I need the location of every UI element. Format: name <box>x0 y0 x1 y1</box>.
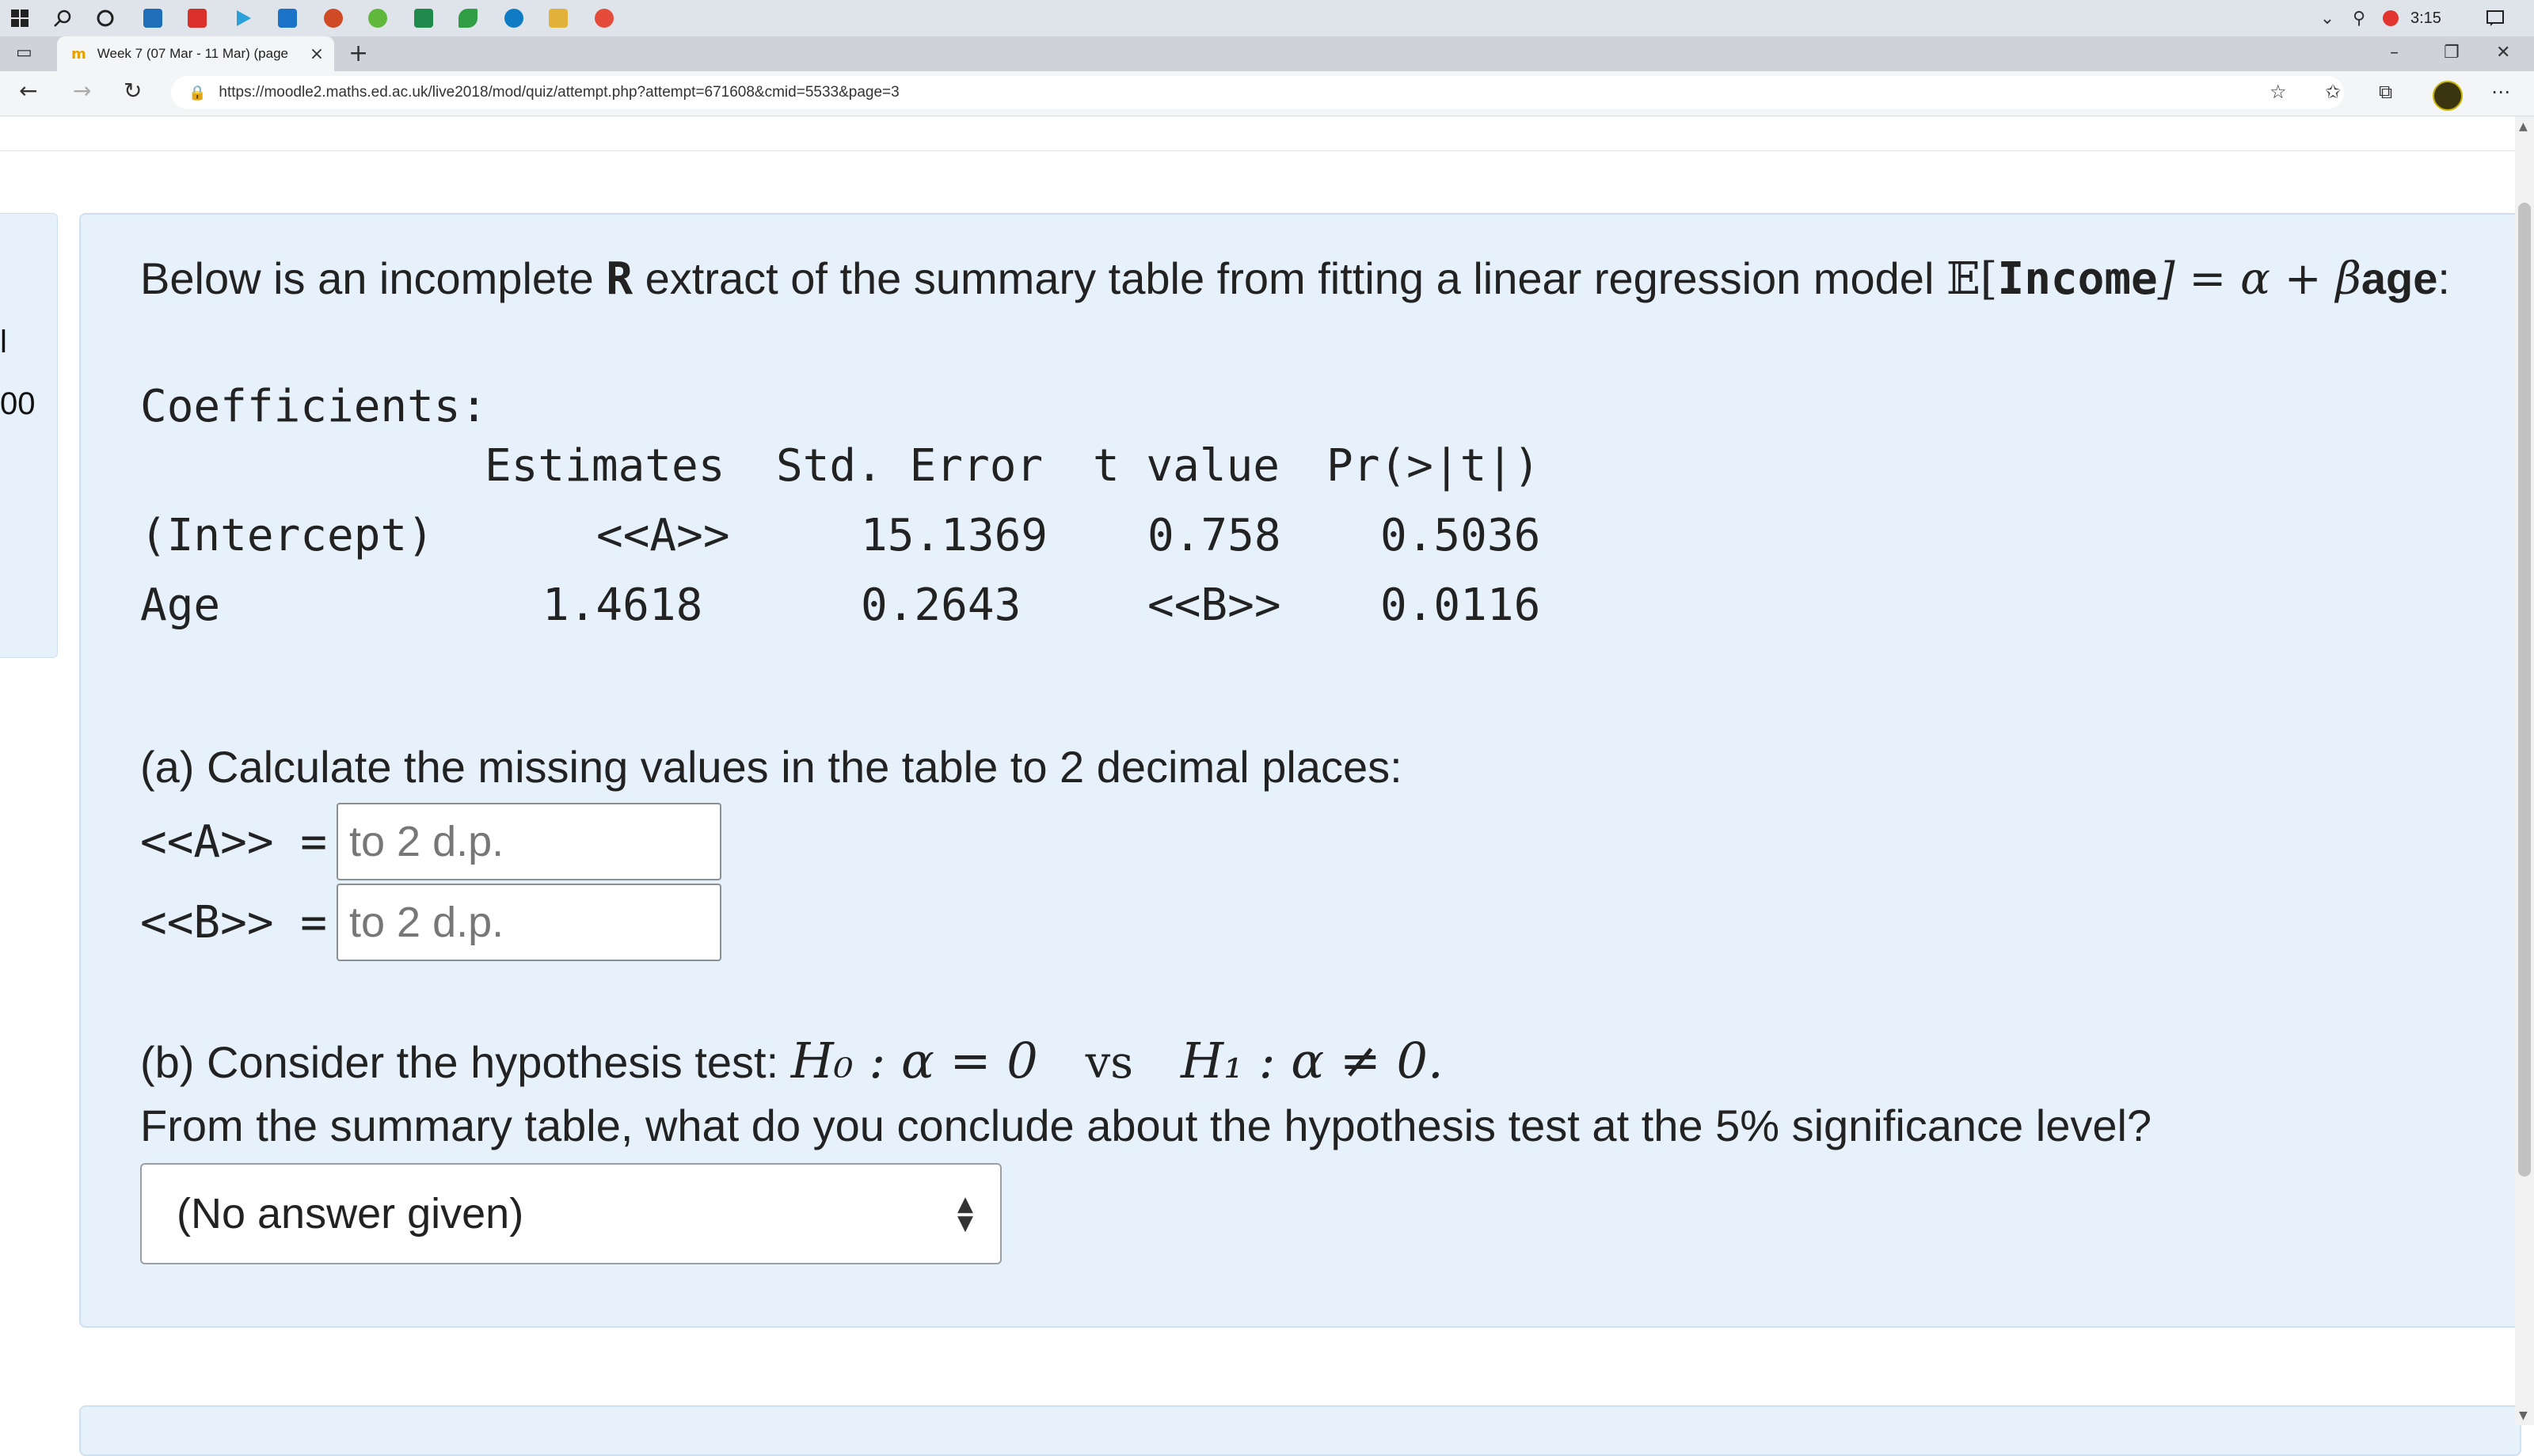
media-player-icon[interactable] <box>231 6 255 30</box>
part-b-question: From the summary table, what do you conc… <box>140 1101 2152 1150</box>
excel-icon[interactable] <box>412 6 436 30</box>
mail-icon[interactable] <box>276 6 299 30</box>
edge-icon[interactable] <box>502 6 526 30</box>
cell-estimate: 1.4618 <box>542 580 703 631</box>
next-question-panel <box>79 1405 2521 1456</box>
page-content: l 00 Below is an incomplete R extract of… <box>0 116 2521 1456</box>
header-estimates: Estimates <box>485 440 725 492</box>
cell-t-value: <<B>> <box>1147 580 1281 631</box>
scroll-up-icon[interactable]: ▲ <box>2519 120 2528 133</box>
info-line-1: l <box>0 325 7 359</box>
header-p-value: Pr(>|t|) <box>1326 440 1540 492</box>
leaf-icon[interactable] <box>456 6 480 30</box>
reload-button[interactable]: ↻ <box>124 78 142 104</box>
cell-std-error: 15.1369 <box>861 510 1048 561</box>
chrome-icon[interactable] <box>592 6 616 30</box>
question-intro: Below is an incomplete R extract of the … <box>140 253 2450 305</box>
header-t-value: t value <box>1093 440 1280 492</box>
chevron-up-icon[interactable]: ⌄ <box>2315 6 2339 30</box>
file-explorer-icon[interactable] <box>546 6 570 30</box>
r-language-label: R <box>606 253 634 305</box>
null-hypothesis: H₀ : α = 0 <box>790 1032 1038 1089</box>
lock-icon: 🔒 <box>188 84 207 101</box>
favorite-star-icon[interactable]: ☆ <box>2270 81 2287 103</box>
antivirus-icon[interactable] <box>2379 6 2403 30</box>
windows-taskbar: ⌄ ⚲ 3:15 <box>0 0 2534 37</box>
select-updown-icon: ▲ ▼ <box>957 1192 973 1235</box>
profile-avatar[interactable] <box>2433 81 2463 111</box>
conclusion-select[interactable]: (No answer given) ▲ ▼ <box>140 1163 1002 1264</box>
minimize-button[interactable]: – <box>2390 43 2399 63</box>
evernote-icon[interactable] <box>366 6 390 30</box>
answer-a-label: <<A>> = <box>140 815 328 868</box>
info-line-2: 00 <box>0 386 36 421</box>
pdf-icon[interactable] <box>185 6 209 30</box>
scrollbar-thumb[interactable] <box>2518 203 2531 1177</box>
favorites-icon[interactable]: ✩ <box>2325 81 2341 103</box>
network-icon[interactable]: ⚲ <box>2347 6 2371 30</box>
alternative-hypothesis: H₁ : α ≠ 0. <box>1181 1032 1444 1089</box>
search-icon[interactable] <box>51 6 74 30</box>
url-text[interactable]: https://moodle2.maths.ed.ac.uk/live2018/… <box>219 84 899 101</box>
new-tab-button[interactable]: + <box>348 40 368 67</box>
answer-b-row: <<B>> = <box>140 884 722 961</box>
address-bar[interactable]: 🔒 https://moodle2.maths.ed.ac.uk/live201… <box>171 76 2344 109</box>
answer-a-row: <<A>> = <box>140 803 722 880</box>
close-window-button[interactable]: ✕ <box>2496 43 2510 63</box>
header-divider <box>0 150 2515 151</box>
question-panel: Below is an incomplete R extract of the … <box>79 213 2521 1328</box>
more-menu-icon[interactable]: ⋯ <box>2491 81 2510 103</box>
versus-label: vs <box>1085 1037 1134 1089</box>
select-value: (No answer given) <box>177 1190 524 1237</box>
part-a-text: (a) Calculate the missing values in the … <box>140 742 1402 792</box>
tab-actions-icon[interactable]: ▭ <box>16 43 32 63</box>
answer-b-input[interactable] <box>337 884 722 961</box>
quiz-info-panel: l 00 <box>0 213 58 658</box>
coefficients-label: Coefficients: <box>140 381 488 432</box>
tab-title: Week 7 (07 Mar - 11 Mar) (page <box>97 46 289 61</box>
store-icon[interactable] <box>141 6 165 30</box>
notification-icon[interactable] <box>2483 6 2507 30</box>
collections-icon[interactable]: ⧉ <box>2379 81 2392 103</box>
cell-p-value: 0.0116 <box>1380 580 1541 631</box>
browser-tabstrip: ▭ m Week 7 (07 Mar - 11 Mar) (page × + –… <box>0 36 2534 71</box>
close-tab-icon[interactable]: × <box>310 44 324 64</box>
header-std-error: Std. Error <box>776 440 1044 492</box>
browser-toolbar: ← → ↻ 🔒 https://moodle2.maths.ed.ac.uk/l… <box>0 71 2534 116</box>
back-button[interactable]: ← <box>19 78 37 104</box>
cell-p-value: 0.5036 <box>1380 510 1541 561</box>
cell-std-error: 0.2643 <box>861 580 1022 631</box>
tab-week7[interactable]: m Week 7 (07 Mar - 11 Mar) (page × <box>57 36 334 71</box>
row-label: Age <box>140 580 221 631</box>
cortana-icon[interactable] <box>93 6 117 30</box>
scroll-down-icon[interactable]: ▼ <box>2519 1409 2528 1422</box>
restore-button[interactable]: ❐ <box>2444 43 2460 63</box>
row-label: (Intercept) <box>140 510 434 561</box>
cell-t-value: 0.758 <box>1147 510 1281 561</box>
moodle-favicon-icon: m <box>71 45 86 63</box>
taskbar-clock[interactable]: 3:15 <box>2410 10 2441 28</box>
part-b-text: (b) Consider the hypothesis test: H₀ : α… <box>140 1032 1444 1089</box>
answer-b-label: <<B>> = <box>140 896 328 948</box>
powerpoint-icon[interactable] <box>322 6 345 30</box>
answer-a-input[interactable] <box>337 803 722 880</box>
cell-estimate: <<A>> <box>596 510 730 561</box>
windows-start-icon[interactable] <box>8 6 32 30</box>
forward-button[interactable]: → <box>73 78 91 104</box>
